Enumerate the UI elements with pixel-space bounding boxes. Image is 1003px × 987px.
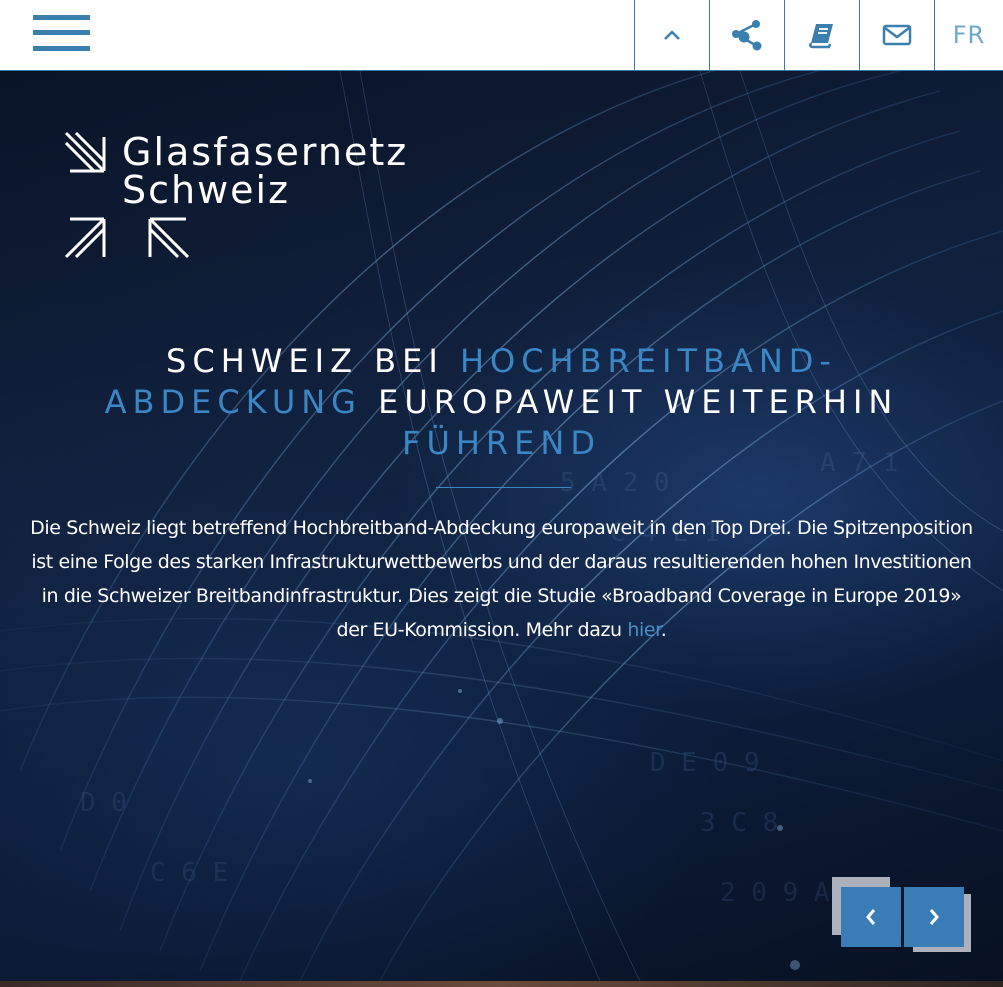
hero-body-text: Die Schweiz liegt betreffend Hochbreitba… [30,511,973,647]
bottom-edge-strip [0,981,1003,987]
headline-divider [436,487,571,488]
language-switch-button[interactable]: FR [934,0,1003,70]
publications-button[interactable] [784,0,859,70]
more-info-link[interactable]: hier [627,619,661,641]
glasfasernetz-logo[interactable]: Glasfasernetz Schweiz [64,131,454,263]
chevron-left-icon [866,909,876,925]
hamburger-menu-icon[interactable] [33,15,90,51]
headline-part-1: SCHWEIZ BEI [166,342,460,380]
hero-banner: 5 A 2 0 C 4 E 1 D E 0 9 3 C 8 2 0 9 A D … [0,71,1003,981]
headline-accent-2: FÜHREND [402,424,601,462]
chevron-up-icon [664,30,680,40]
hero-body-end: . [660,619,667,641]
language-label: FR [952,21,986,49]
headline-part-2: EUROPAWEIT WEITERHIN [361,383,899,421]
slider-next-button[interactable] [904,887,964,947]
envelope-icon [882,24,912,46]
share-icon [732,20,762,51]
chevron-right-icon [929,909,939,925]
top-navigation-bar: FR [0,0,1003,71]
hero-body: Die Schweiz liegt betreffend Hochbreitba… [30,517,973,641]
slider-prev-button[interactable] [841,887,901,947]
logo-wordmark: Glasfasernetz Schweiz [122,133,408,209]
scroll-up-button[interactable] [634,0,709,70]
share-button[interactable] [709,0,784,70]
contact-button[interactable] [859,0,934,70]
logo-line-1: Glasfasernetz [122,130,409,174]
book-icon [809,24,833,49]
logo-line-2: Schweiz [122,168,291,212]
hero-headline: SCHWEIZ BEI HOCHBREITBAND-ABDECKUNG EURO… [40,341,963,464]
